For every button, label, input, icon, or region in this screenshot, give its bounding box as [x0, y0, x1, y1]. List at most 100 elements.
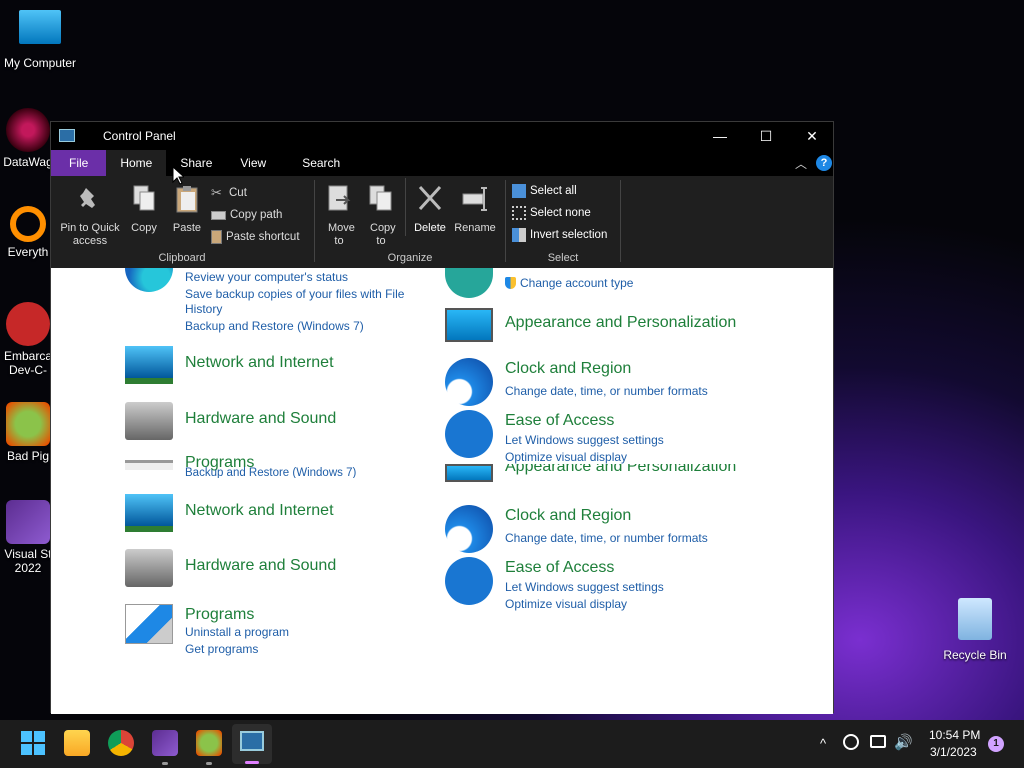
cut-button[interactable]: ✂ Cut — [211, 184, 247, 202]
volume-icon[interactable]: 🔊 — [894, 733, 913, 751]
collapse-ribbon-icon[interactable]: ︿ — [795, 155, 807, 172]
delete-button[interactable]: Delete — [409, 180, 451, 235]
backup-restore-link[interactable]: Backup and Restore (Windows 7) — [185, 319, 364, 333]
start-button[interactable] — [20, 730, 46, 756]
clock-time[interactable]: 10:54 PM — [929, 728, 980, 742]
uac-shield-icon — [505, 277, 516, 289]
copy-icon — [133, 185, 155, 211]
ease-title[interactable]: Ease of Access — [505, 412, 614, 430]
file-history-link[interactable]: History — [185, 302, 222, 316]
select-group: Select all Select none Invert selection … — [506, 176, 620, 268]
ribbon-divider — [620, 180, 621, 262]
invert-selection-button[interactable]: Invert selection — [512, 226, 607, 244]
printer-icon — [125, 402, 173, 440]
save-backup-link[interactable]: Save backup copies of your files with Fi… — [185, 287, 404, 301]
rename-icon — [462, 187, 487, 211]
copy-to-button[interactable]: Copy to — [361, 180, 401, 248]
rename-button[interactable]: Rename — [453, 180, 497, 235]
network-status-icon[interactable] — [870, 735, 886, 748]
clock-date[interactable]: 3/1/2023 — [930, 745, 977, 759]
taskbar: ^ 🔊 10:54 PM 3/1/2023 1 — [0, 720, 1024, 768]
select-none-button[interactable]: Select none — [512, 204, 591, 222]
suggest-settings-link[interactable]: Let Windows suggest settings — [505, 580, 664, 594]
programs-category-ghost: Programs Backup and Restore (Windows 7) — [125, 454, 425, 478]
review-status-link[interactable]: Review your computer's status — [185, 270, 348, 284]
user-icon — [445, 268, 493, 298]
programs-category: Programs Uninstall a program Get program… — [125, 604, 425, 660]
change-date-format-link[interactable]: Change date, time, or number formats — [505, 531, 708, 545]
tab-home[interactable]: Home — [106, 150, 167, 176]
active-indicator — [245, 761, 259, 764]
ease-category: Ease of Access Let Windows suggest setti… — [445, 410, 765, 466]
accessibility-icon — [445, 557, 493, 605]
organize-group-label: Organize — [387, 252, 433, 264]
optimize-display-link[interactable]: Optimize visual display — [505, 597, 627, 611]
network-category: Network and Internet — [125, 346, 425, 394]
tab-view[interactable]: View — [226, 150, 280, 176]
optimize-display-link[interactable]: Optimize visual display — [505, 450, 627, 464]
hardware-title[interactable]: Hardware and Sound — [185, 557, 336, 575]
hardware-title[interactable]: Hardware and Sound — [185, 410, 336, 428]
close-button[interactable]: ✕ — [789, 122, 835, 150]
network-globe-icon — [125, 346, 173, 384]
desktop-icon-recycle-bin[interactable]: Recycle Bin — [935, 598, 1015, 662]
appearance-monitor-icon — [445, 308, 493, 342]
clock-category: Clock and Region Change date, time, or n… — [445, 505, 765, 555]
system-security-category: Review your computer's status Save backu… — [125, 268, 425, 334]
sync-icon[interactable] — [843, 734, 859, 750]
network-title[interactable]: Network and Internet — [185, 354, 334, 372]
tab-file[interactable]: File — [51, 150, 107, 176]
copy-path-button[interactable]: Copy path — [211, 206, 282, 224]
running-indicator — [206, 762, 212, 765]
select-group-label: Select — [547, 252, 579, 264]
paste-shortcut-button[interactable]: Paste shortcut — [211, 228, 300, 246]
minimize-button[interactable]: — — [697, 122, 743, 150]
title-bar[interactable]: Control Panel — ☐ ✕ — [51, 122, 833, 150]
network-title[interactable]: Network and Internet — [185, 502, 334, 520]
appearance-category-ghost: Appearance and Personalization — [445, 464, 765, 490]
visual-studio-taskbar-icon[interactable] — [152, 730, 178, 756]
desktop-icon-everything[interactable]: Everyth — [0, 206, 56, 259]
clipboard-group: Pin to Quick access Copy Paste ✂ Cut Cop… — [51, 176, 313, 268]
desktop-icon-label: Everyth — [7, 245, 49, 259]
running-indicator — [162, 762, 168, 765]
invert-selection-icon — [512, 228, 526, 242]
ease-title[interactable]: Ease of Access — [505, 559, 614, 577]
help-icon[interactable]: ? — [816, 155, 832, 171]
maximize-button[interactable]: ☐ — [743, 122, 789, 150]
suggest-settings-link[interactable]: Let Windows suggest settings — [505, 433, 664, 447]
copy-button[interactable]: Copy — [127, 180, 161, 235]
show-hidden-icons-chevron[interactable]: ^ — [820, 736, 826, 751]
clock-title[interactable]: Clock and Region — [505, 507, 631, 525]
organize-group: Move to Copy to Delete Rename Organize — [315, 176, 505, 268]
desktop-icon-bad-piggies[interactable]: Bad Pig — [0, 402, 56, 463]
desktop-icon-datawag[interactable]: DataWag — [0, 108, 56, 169]
backup-restore-ghost-link[interactable]: Backup and Restore (Windows 7) — [185, 467, 356, 478]
tab-search[interactable]: Search — [288, 150, 354, 176]
file-explorer-icon[interactable] — [64, 730, 90, 756]
desktop-icon-devc[interactable]: Embarca Dev-C- — [0, 302, 56, 377]
control-panel-taskbar-button[interactable] — [232, 724, 272, 764]
appearance-title[interactable]: Appearance and Personalization — [505, 464, 736, 476]
desktop-icon-my-computer[interactable]: My Computer — [0, 10, 80, 70]
desktop-icon-visual-studio[interactable]: Visual St 2022 — [0, 500, 56, 575]
notification-badge[interactable]: 1 — [988, 736, 1004, 752]
accessibility-icon — [445, 410, 493, 458]
select-all-button[interactable]: Select all — [512, 182, 577, 200]
chrome-icon[interactable] — [108, 730, 134, 756]
get-programs-link[interactable]: Get programs — [185, 642, 258, 656]
move-to-button[interactable]: Move to — [319, 180, 359, 248]
uninstall-program-link[interactable]: Uninstall a program — [185, 625, 289, 639]
clock-title[interactable]: Clock and Region — [505, 360, 631, 378]
paste-button[interactable]: Paste — [168, 180, 206, 235]
move-to-icon — [328, 185, 351, 211]
desktop-icon-label: Recycle Bin — [943, 648, 1007, 662]
bad-piggies-taskbar-icon[interactable] — [196, 730, 222, 756]
appearance-category: Appearance and Personalization — [445, 308, 765, 350]
appearance-title[interactable]: Appearance and Personalization — [505, 314, 736, 332]
control-panel-window: Control Panel — ☐ ✕ File Home Share View… — [50, 121, 834, 714]
change-date-format-link[interactable]: Change date, time, or number formats — [505, 384, 708, 398]
pin-quick-access-button[interactable]: Pin to Quick access — [57, 180, 123, 248]
programs-title[interactable]: Programs — [185, 606, 254, 624]
change-account-type-link[interactable]: Change account type — [520, 276, 633, 290]
